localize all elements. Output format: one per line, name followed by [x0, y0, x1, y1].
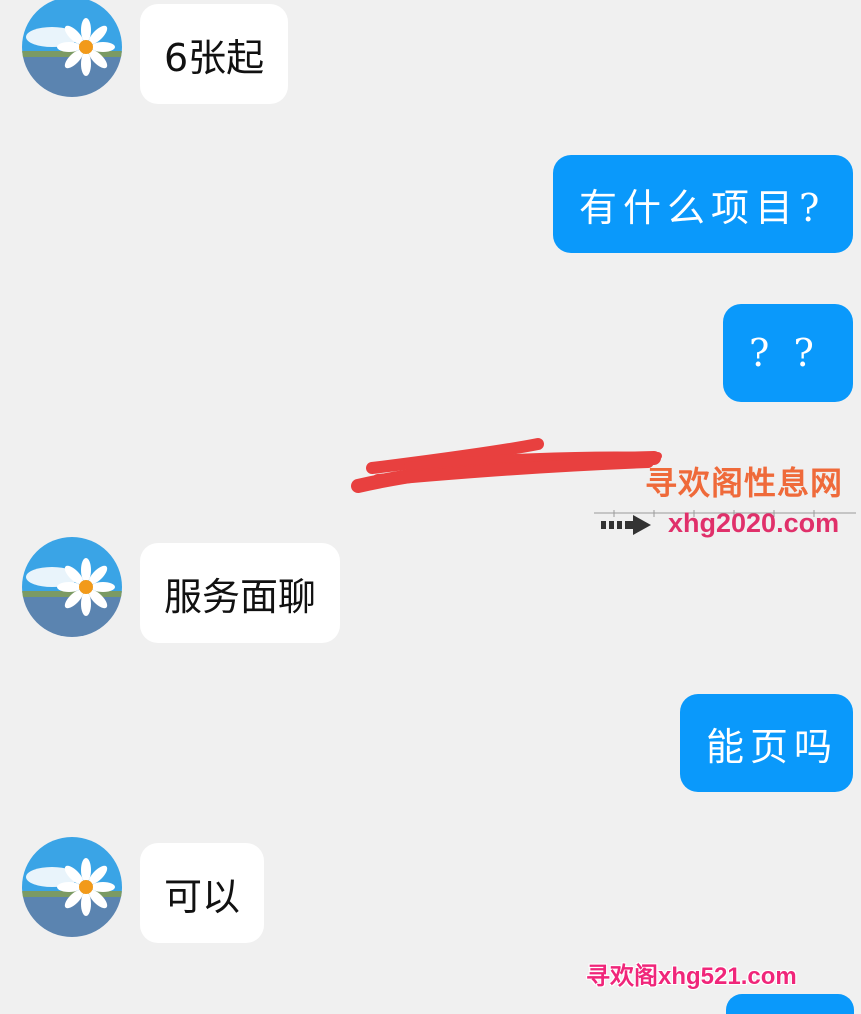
watermark-site-name: 寻欢阁性息网	[645, 464, 844, 502]
contact-avatar[interactable]	[22, 537, 122, 637]
message-text: ? ?	[749, 331, 820, 375]
message-bubble-incoming[interactable]: 可以	[140, 843, 265, 943]
message-text: 可以	[164, 874, 241, 919]
message-bubble-outgoing-partial[interactable]	[726, 994, 854, 1014]
chat-message-list: 6张起 有什么项目? ? ? 寻欢阁性息网 xhg2020.com 服务面聊 能…	[0, 0, 861, 1014]
daisy-flower-avatar-icon	[22, 837, 122, 937]
daisy-flower-avatar-icon	[22, 0, 122, 97]
message-bubble-outgoing[interactable]: 有什么项目?	[553, 155, 853, 253]
redaction-scribble	[351, 438, 662, 493]
message-bubble-incoming[interactable]: 服务面聊	[140, 543, 341, 643]
message-bubble-outgoing[interactable]: 能页吗	[680, 694, 853, 792]
watermark-site-url: xhg2020.com	[668, 508, 840, 538]
message-text: 6张起	[164, 35, 265, 80]
right-arrow-icon	[601, 515, 651, 535]
contact-avatar[interactable]	[22, 0, 122, 97]
message-text: 服务面聊	[164, 574, 317, 619]
daisy-flower-avatar-icon	[22, 537, 122, 637]
message-bubble-incoming[interactable]: 6张起	[140, 4, 289, 104]
message-bubble-outgoing[interactable]: ? ?	[723, 304, 853, 402]
watermark-footer: 寻欢阁xhg521.com	[586, 963, 797, 990]
contact-avatar[interactable]	[22, 837, 122, 937]
message-text: 能页吗	[706, 724, 839, 769]
message-text: 有什么项目?	[579, 185, 826, 230]
